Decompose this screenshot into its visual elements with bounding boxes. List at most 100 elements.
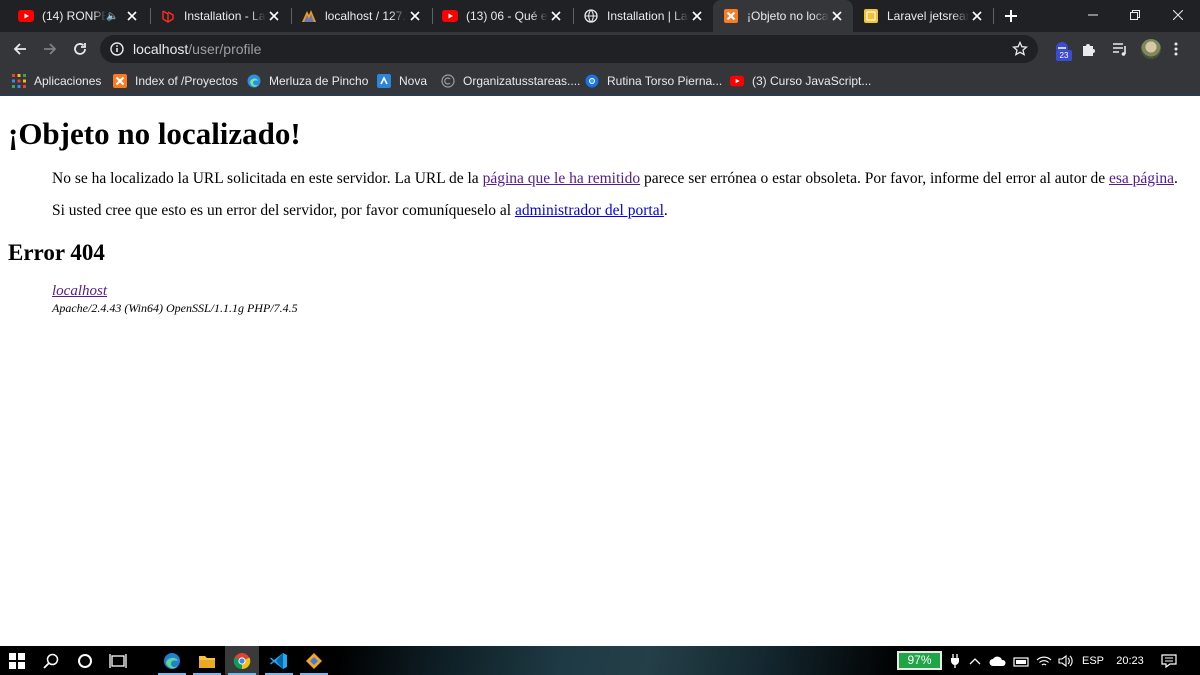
onedrive-cloud-icon[interactable] xyxy=(987,646,1009,675)
error-paragraph-1: No se ha localizado la URL solicitada en… xyxy=(52,170,1178,188)
close-window-button[interactable] xyxy=(1156,0,1200,30)
copyright-icon xyxy=(441,74,455,88)
close-tab-icon[interactable] xyxy=(689,8,705,24)
input-language[interactable]: ESP xyxy=(1078,646,1108,675)
bookmark-favicon xyxy=(863,8,879,24)
admin-portal-link[interactable]: administrador del portal xyxy=(515,202,664,219)
chevron-up-icon[interactable] xyxy=(965,646,985,675)
bookmark-curso-javascript[interactable]: (3) Curso JavaScript... xyxy=(730,71,871,91)
localhost-link[interactable]: localhost xyxy=(52,283,107,299)
close-tab-icon[interactable] xyxy=(407,8,423,24)
paragraph-text: . xyxy=(1173,170,1178,187)
desktop-wallpaper-strip xyxy=(340,646,900,675)
paragraph-text: Si usted cree que esto es un error del s… xyxy=(52,202,515,219)
edge-icon xyxy=(164,652,180,669)
network-device-icon[interactable] xyxy=(1010,646,1032,675)
forward-button[interactable] xyxy=(38,38,62,60)
address-bar[interactable]: localhost/user/profile xyxy=(100,35,1038,63)
server-address: localhost Apache/2.4.43 (Win64) OpenSSL/… xyxy=(52,282,298,316)
tab-laravel-jetstream[interactable]: Laravel jetsream xyxy=(853,0,993,32)
chrome-icon xyxy=(585,74,599,88)
taskbar-file-explorer[interactable] xyxy=(190,646,224,675)
restore-icon xyxy=(1130,10,1140,20)
speaker-muted-icon[interactable]: 🔈 xyxy=(106,11,120,22)
tab-title: (13) 06 - Qué es xyxy=(466,9,548,23)
tab-strip: (14) RONPE 🔈 Installation - Lar localhos… xyxy=(0,0,1200,32)
search-icon xyxy=(43,653,59,669)
page-author-link[interactable]: esa página xyxy=(1109,170,1174,187)
windows-logo-icon xyxy=(9,652,25,669)
bookmark-label: Nova xyxy=(399,74,428,88)
wifi-icon[interactable] xyxy=(1033,646,1055,675)
taskbar-git-app[interactable] xyxy=(297,646,331,675)
taskbar-vscode[interactable] xyxy=(262,646,296,675)
url-host: localhost xyxy=(133,41,189,57)
close-tab-icon[interactable] xyxy=(969,8,985,24)
bookmark-organizatusstareas[interactable]: Organizatusstareas.... xyxy=(441,71,580,91)
referer-page-link[interactable]: página que le ha remitido xyxy=(483,170,641,187)
search-button[interactable] xyxy=(34,646,68,675)
taskbar-chrome[interactable] xyxy=(225,646,259,675)
bookmark-aplicaciones[interactable]: Aplicaciones xyxy=(12,71,101,91)
folder-icon xyxy=(199,655,215,668)
globe-icon xyxy=(583,8,599,24)
bookmark-label: Index of /Proyectos xyxy=(135,74,238,88)
vscode-icon xyxy=(270,652,287,669)
bookmark-label: Aplicaciones xyxy=(34,74,102,88)
bookmark-merluza[interactable]: Merluza de Pincho xyxy=(247,71,368,91)
url-text[interactable]: localhost/user/profile xyxy=(133,41,261,57)
taskbar-edge[interactable] xyxy=(155,646,189,675)
tab-phpmyadmin[interactable]: localhost / 127.0 xyxy=(291,0,431,32)
close-tab-icon[interactable] xyxy=(829,8,845,24)
phpmyadmin-icon xyxy=(301,8,317,24)
xampp-icon xyxy=(723,8,739,24)
task-view-button[interactable] xyxy=(101,646,135,675)
close-tab-icon[interactable] xyxy=(548,8,564,24)
plus-icon xyxy=(1005,10,1017,22)
new-tab-button[interactable] xyxy=(1001,6,1021,26)
close-tab-icon[interactable] xyxy=(124,8,140,24)
menu-button[interactable] xyxy=(1164,38,1188,60)
tab-installation-laravel[interactable]: Installation - Lar xyxy=(150,0,290,32)
info-icon[interactable] xyxy=(110,42,124,56)
close-icon xyxy=(1173,10,1183,20)
bookmark-index-proyectos[interactable]: Index of /Proyectos xyxy=(113,71,238,91)
page-title: ¡Objeto no localizado! xyxy=(8,116,301,151)
media-control-button[interactable] xyxy=(1108,38,1132,60)
minimize-icon xyxy=(1088,14,1098,16)
tab-installation-jetstream[interactable]: Installation | Lar xyxy=(573,0,713,32)
volume-icon[interactable] xyxy=(1055,646,1077,675)
close-tab-icon[interactable] xyxy=(266,8,282,24)
paragraph-text: No se ha localizado la URL solicitada en… xyxy=(52,170,483,187)
profile-avatar[interactable] xyxy=(1141,39,1161,59)
extensions-menu-button[interactable] xyxy=(1077,38,1101,60)
page-content: ¡Objeto no localizado! No se ha localiza… xyxy=(0,96,1200,646)
xampp-icon xyxy=(113,74,127,88)
bookmark-rutina[interactable]: Rutina Torso Pierna... xyxy=(585,71,722,91)
minimize-button[interactable] xyxy=(1071,0,1115,30)
cortana-button[interactable] xyxy=(68,646,102,675)
youtube-icon xyxy=(442,8,458,24)
youtube-icon xyxy=(18,8,34,24)
arrow-right-icon xyxy=(44,43,57,55)
back-button[interactable] xyxy=(8,38,32,60)
youtube-icon xyxy=(730,74,744,88)
start-button[interactable] xyxy=(0,646,34,675)
action-center-icon[interactable] xyxy=(1156,646,1182,675)
power-plug-icon[interactable] xyxy=(945,646,965,675)
reload-button[interactable] xyxy=(68,38,92,60)
bookmark-star-icon[interactable] xyxy=(1012,41,1028,57)
battery-indicator[interactable]: 97% xyxy=(897,651,942,670)
tab-ronpe[interactable]: (14) RONPE 🔈 xyxy=(8,0,148,32)
bookmark-nova[interactable]: Nova xyxy=(377,71,427,91)
playlist-icon xyxy=(1113,43,1126,56)
restore-button[interactable] xyxy=(1113,0,1157,30)
tab-title: ¡Objeto no locali xyxy=(747,9,829,23)
reload-icon xyxy=(74,43,86,55)
paragraph-text: . xyxy=(663,202,668,219)
error-code-heading: Error 404 xyxy=(8,240,105,265)
puzzle-icon xyxy=(1083,44,1095,56)
tab-que-es[interactable]: (13) 06 - Qué es xyxy=(432,0,572,32)
system-clock[interactable]: 20:23 xyxy=(1110,646,1150,675)
tab-objeto-no-localizado[interactable]: ¡Objeto no locali xyxy=(713,0,853,32)
